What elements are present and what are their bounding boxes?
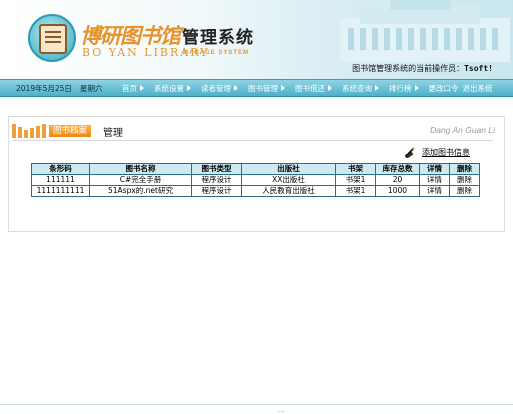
cell-shelf: 书架1 [335, 174, 376, 186]
column-header: 图书名称 [89, 163, 192, 175]
bars-decoration-icon [12, 124, 48, 138]
nav-item-book-management[interactable]: 图书管理 [246, 83, 293, 94]
add-book-label: 添加图书信息 [422, 147, 470, 157]
nav-item-system-query[interactable]: 系统查询 [340, 83, 387, 94]
pen-icon [404, 147, 415, 158]
logo-seal-icon [28, 14, 76, 62]
cell-book-name: C#完全手册 [89, 174, 192, 186]
cell-barcode: 1111111111 [31, 185, 90, 197]
nav-label: 图书管理 [248, 83, 278, 93]
column-header: 书架 [335, 163, 376, 175]
nav-label: 系统设置 [154, 83, 184, 93]
nav-menu: 首页 系统设置 读者管理 图书管理 图书借还 系统查询 排行榜 更改口令 退出系… [120, 80, 495, 96]
logo-subtitle-en: MANAGE SYSTEM [183, 50, 250, 56]
panel-title-badge: 图书档案 [49, 125, 92, 137]
nav-item-logout[interactable]: 退出系统 [461, 83, 495, 94]
column-header: 删除 [449, 163, 480, 175]
nav-label: 读者管理 [201, 83, 231, 93]
details-link[interactable]: 详情 [419, 185, 450, 197]
delete-link[interactable]: 删除 [449, 185, 480, 197]
triangle-right-icon [281, 85, 285, 91]
current-weekday: 星期六 [80, 84, 103, 93]
details-link[interactable]: 详情 [419, 174, 450, 186]
nav-bar: 2019年5月25日 星期六 首页 系统设置 读者管理 图书管理 图书借还 系统… [0, 79, 513, 97]
nav-label: 首页 [122, 83, 137, 93]
footer-text: ... [278, 406, 285, 414]
table-header-row: 条形码 图书名称 图书类型 出版社 书架 库存总数 详情 删除 [31, 163, 480, 175]
header-banner: 博研图书馆 管理系统 BO YAN LIBRARY MANAGE SYSTEM … [0, 0, 513, 80]
column-header: 详情 [419, 163, 450, 175]
column-header: 条形码 [31, 163, 90, 175]
add-book-link[interactable]: 添加图书信息 [404, 146, 470, 158]
table-row: 111111 C#完全手册 程序设计 XX出版社 书架1 20 详情 删除 [31, 174, 480, 186]
cell-stock: 20 [375, 174, 420, 186]
cell-shelf: 书架1 [335, 185, 376, 197]
triangle-right-icon [140, 85, 144, 91]
nav-label: 图书借还 [295, 83, 325, 93]
book-table: 条形码 图书名称 图书类型 出版社 书架 库存总数 详情 删除 111111 C… [31, 163, 480, 197]
cell-publisher: 人民教育出版社 [241, 185, 336, 197]
delete-link[interactable]: 删除 [449, 174, 480, 186]
triangle-right-icon [234, 85, 238, 91]
current-operator: 图书馆管理系统的当前操作员：Tsoft! [352, 63, 493, 74]
cell-book-type: 程序设计 [191, 185, 242, 197]
column-header: 库存总数 [375, 163, 420, 175]
cell-stock: 1000 [375, 185, 420, 197]
nav-label: 退出系统 [462, 83, 493, 93]
triangle-right-icon [375, 85, 379, 91]
cell-publisher: XX出版社 [241, 174, 336, 186]
nav-label: 排行榜 [389, 83, 412, 93]
current-date: 2019年5月25日 [16, 84, 72, 93]
library-building-illustration [340, 0, 510, 62]
nav-label: 系统查询 [342, 83, 372, 93]
nav-label: 更改口令 [428, 83, 459, 93]
column-header: 出版社 [241, 163, 336, 175]
triangle-right-icon [328, 85, 332, 91]
footer-divider [0, 404, 513, 405]
table-row: 1111111111 51Aspx的.net研究 程序设计 人民教育出版社 书架… [31, 185, 480, 197]
cell-barcode: 111111 [31, 174, 90, 186]
nav-item-system-settings[interactable]: 系统设置 [152, 83, 199, 94]
column-header: 图书类型 [191, 163, 242, 175]
nav-item-ranking[interactable]: 排行榜 [387, 83, 427, 94]
logo-title-cn-2: 管理系统 [182, 28, 254, 48]
operator-label: 图书馆管理系统的当前操作员： [352, 64, 465, 73]
triangle-right-icon [414, 85, 419, 91]
nav-item-borrow-return[interactable]: 图书借还 [293, 83, 340, 94]
operator-name: Tsoft! [464, 64, 493, 73]
nav-item-reader-management[interactable]: 读者管理 [199, 83, 246, 94]
nav-item-home[interactable]: 首页 [120, 83, 152, 94]
cell-book-name: 51Aspx的.net研究 [89, 185, 192, 197]
nav-item-change-password[interactable]: 更改口令 [427, 83, 461, 94]
cell-book-type: 程序设计 [191, 174, 242, 186]
panel-title-pinyin: Dang An Guan Li [430, 125, 495, 135]
triangle-right-icon [187, 85, 191, 91]
panel-title: 管理 [103, 128, 123, 139]
